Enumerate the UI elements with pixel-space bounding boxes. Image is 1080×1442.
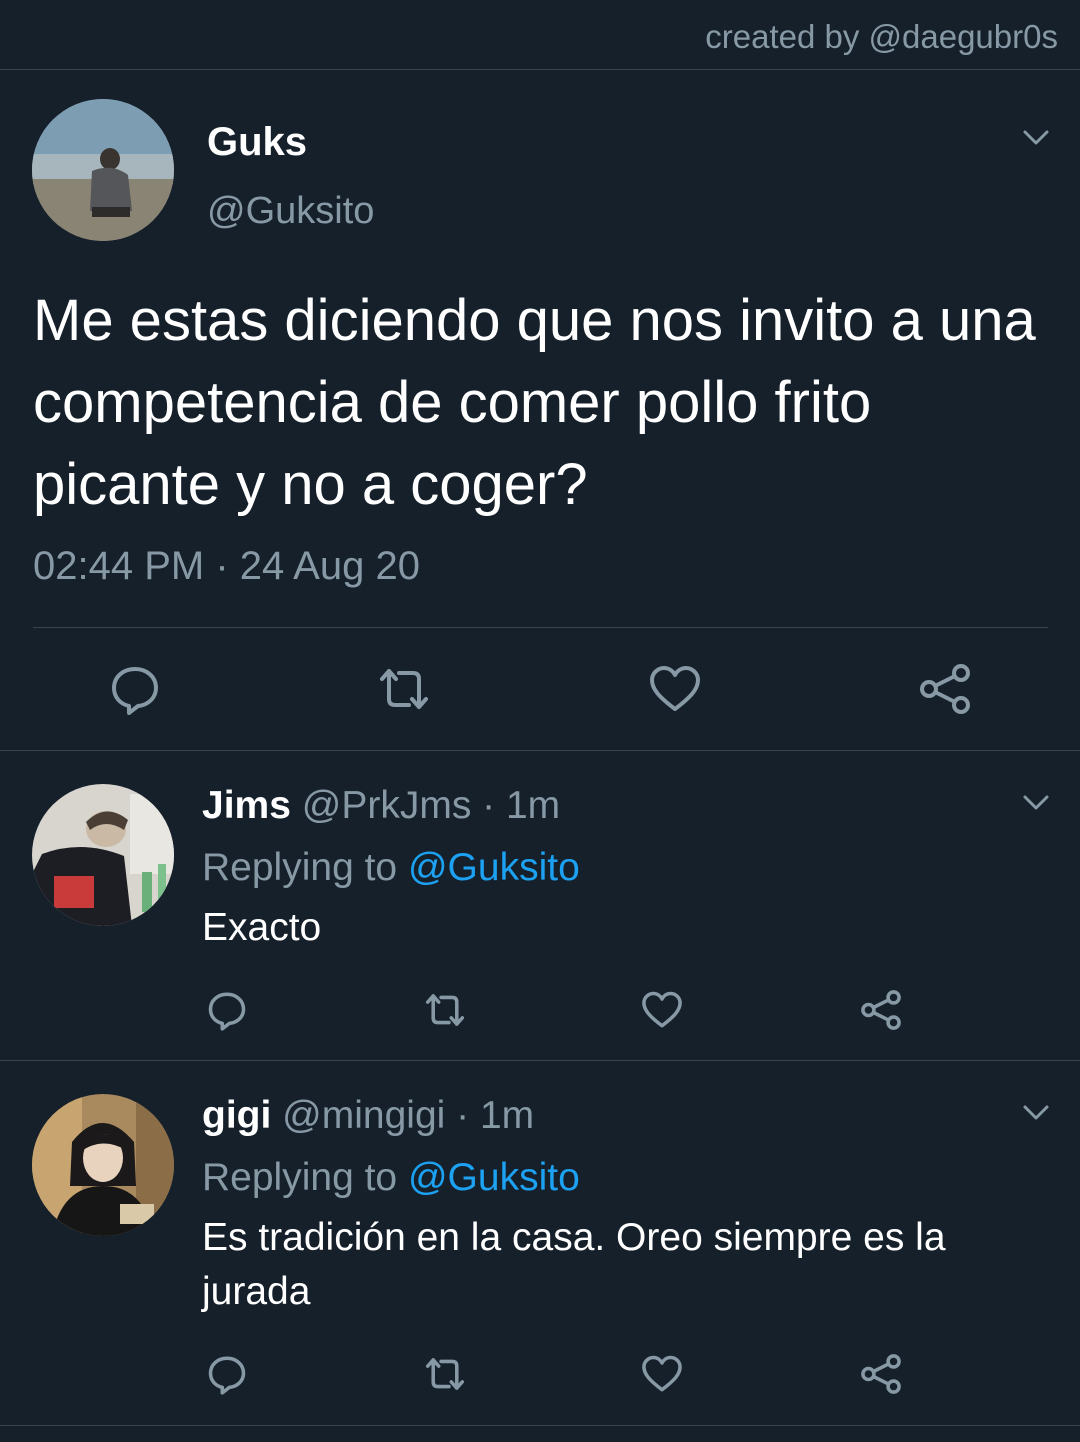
replying-label: Replying to (202, 846, 408, 889)
author-handle-time: @mingigi · 1m (271, 1094, 535, 1137)
reply-text: Es tradición en la casa. Oreo siempre es… (202, 1216, 946, 1313)
tweet-text: Me estas diciendo que nos invito a una c… (33, 288, 1036, 517)
avatar[interactable] (32, 784, 174, 926)
share-icon[interactable] (859, 988, 903, 1032)
chevron-down-icon[interactable] (1019, 120, 1053, 154)
mention-link[interactable]: @Guksito (408, 846, 580, 889)
avatar[interactable] (32, 99, 174, 241)
tweet-thread-page: created by @daegubr0s Guks @Guksito Me e… (0, 0, 1080, 1442)
like-icon[interactable] (640, 1352, 684, 1396)
share-icon[interactable] (917, 661, 973, 717)
reply-tweet[interactable]: gigi @mingigi · 1m Replying to @Guksito … (0, 1061, 1080, 1426)
chevron-down-icon[interactable] (1019, 1095, 1053, 1129)
replying-to: Replying to @Guksito (202, 846, 580, 890)
author-name[interactable]: Guks (207, 120, 307, 165)
author-name[interactable]: Jims (202, 784, 291, 827)
mention-link[interactable]: @Guksito (408, 1156, 580, 1199)
retweet-icon[interactable] (376, 661, 432, 717)
reply-tweet[interactable]: Jims @PrkJms · 1m Replying to @Guksito E… (0, 751, 1080, 1061)
replying-label: Replying to (202, 1156, 408, 1199)
like-icon[interactable] (647, 661, 703, 717)
avatar[interactable] (32, 1094, 174, 1236)
reply-icon[interactable] (107, 661, 163, 717)
author-handle-time: @PrkJms · 1m (290, 784, 561, 827)
reply-icon[interactable] (205, 988, 249, 1032)
share-icon[interactable] (859, 1352, 903, 1396)
like-icon[interactable] (640, 988, 684, 1032)
divider (33, 627, 1048, 628)
reply-icon[interactable] (205, 1352, 249, 1396)
credit-text: created by @daegubr0s (705, 18, 1058, 55)
reply-header: Jims @PrkJms · 1m (202, 784, 560, 828)
chevron-down-icon[interactable] (1019, 785, 1053, 819)
tweet-timestamp: 02:44 PM · 24 Aug 20 (33, 544, 420, 588)
reply-text: Exacto (202, 906, 322, 949)
author-name[interactable]: gigi (202, 1094, 271, 1137)
author-handle[interactable]: @Guksito (207, 190, 374, 233)
reply-header: gigi @mingigi · 1m (202, 1094, 534, 1138)
credit-bar: created by @daegubr0s (0, 0, 1080, 70)
replying-to: Replying to @Guksito (202, 1156, 580, 1200)
retweet-icon[interactable] (423, 1352, 467, 1396)
main-tweet[interactable]: Guks @Guksito Me estas diciendo que nos … (0, 70, 1080, 751)
retweet-icon[interactable] (423, 988, 467, 1032)
